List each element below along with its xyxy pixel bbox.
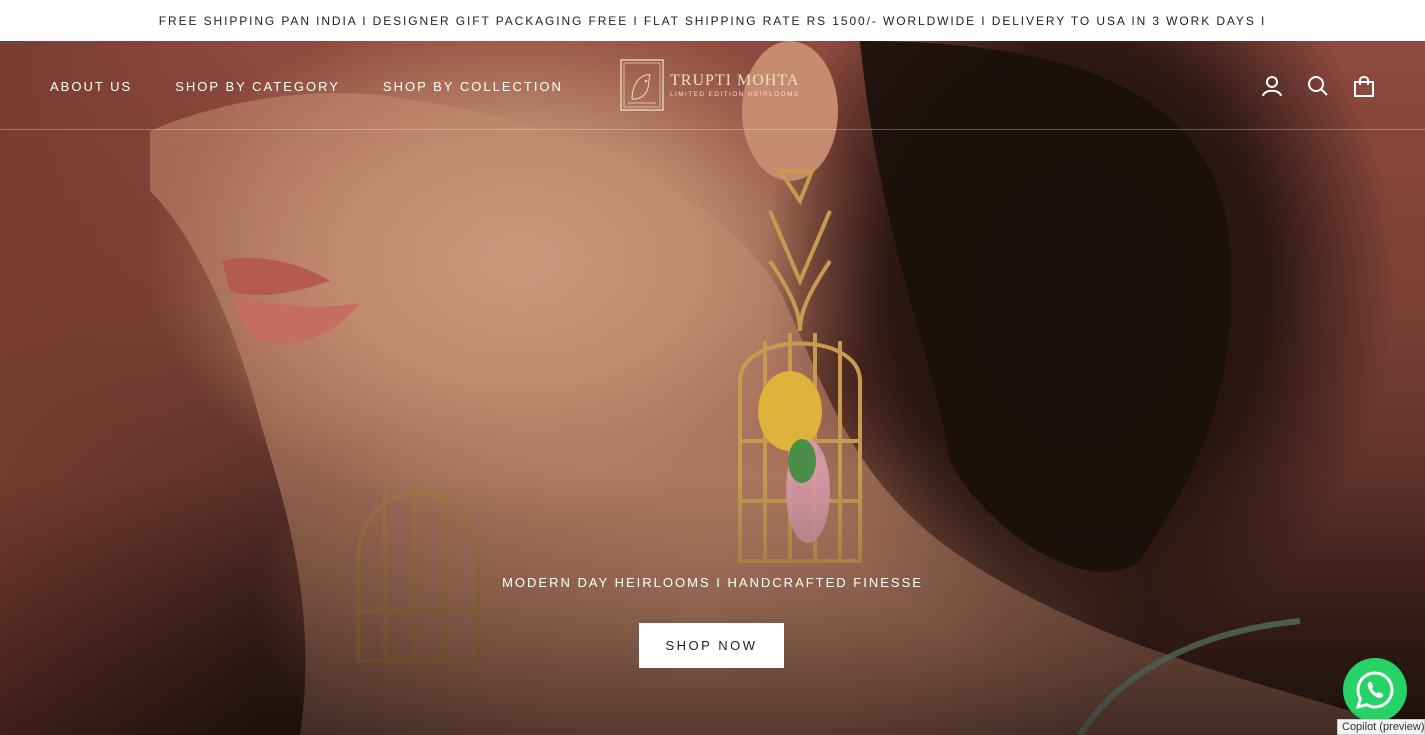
hero-shade-bottom xyxy=(0,475,1425,735)
nav-shop-by-collection[interactable]: SHOP BY COLLECTION xyxy=(383,79,563,94)
search-icon[interactable] xyxy=(1306,74,1330,98)
copilot-preview-tab[interactable]: Copilot (preview) xyxy=(1337,719,1425,735)
account-icon[interactable] xyxy=(1260,74,1284,98)
header-icons xyxy=(1260,74,1376,98)
shop-now-button[interactable]: SHOP NOW xyxy=(639,623,784,668)
announcement-bar: FREE SHIPPING PAN INDIA I DESIGNER GIFT … xyxy=(0,0,1425,41)
whatsapp-icon xyxy=(1355,671,1394,710)
hero-caption: MODERN DAY HEIRLOOMS I HANDCRAFTED FINES… xyxy=(502,575,923,590)
logo-name: TRUPTI MOHTA xyxy=(670,72,800,89)
main-nav: ABOUT US SHOP BY CATEGORY SHOP BY COLLEC… xyxy=(50,79,563,94)
announcement-text: FREE SHIPPING PAN INDIA I DESIGNER GIFT … xyxy=(158,13,1267,28)
logo-tagline: LIMITED EDITION HEIRLOOMS xyxy=(670,91,800,98)
whatsapp-chat-button[interactable] xyxy=(1343,658,1407,722)
site-logo[interactable]: TRUPTI MOHTA LIMITED EDITION HEIRLOOMS xyxy=(620,58,800,112)
cart-icon[interactable] xyxy=(1352,74,1376,98)
logo-text: TRUPTI MOHTA LIMITED EDITION HEIRLOOMS xyxy=(670,72,800,98)
site-header: ABOUT US SHOP BY CATEGORY SHOP BY COLLEC… xyxy=(0,41,1425,130)
nav-about-us[interactable]: ABOUT US xyxy=(50,79,132,94)
nav-shop-by-category[interactable]: SHOP BY CATEGORY xyxy=(175,79,340,94)
logo-mark-icon xyxy=(620,59,664,111)
